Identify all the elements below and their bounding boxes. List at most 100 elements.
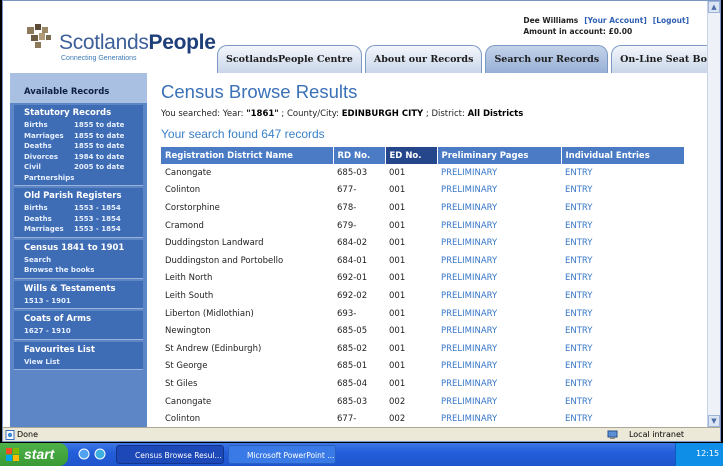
column-rd-no[interactable]: RD No. bbox=[333, 147, 386, 164]
entry-link[interactable]: ENTRY bbox=[561, 375, 685, 393]
preliminary-link[interactable]: PRELIMINARY bbox=[437, 270, 561, 288]
table-row: Leith North 692-01 001 PRELIMINARY ENTRY bbox=[161, 270, 685, 288]
preliminary-link[interactable]: PRELIMINARY bbox=[437, 234, 561, 252]
quick-launch-media-icon[interactable] bbox=[94, 448, 106, 460]
main-content: Census Browse Results You searched: Year… bbox=[161, 81, 701, 428]
start-button[interactable]: start bbox=[0, 443, 68, 466]
main-nav-tabs: ScotlandsPeople Centre About our Records… bbox=[217, 45, 720, 73]
preliminary-link[interactable]: PRELIMINARY bbox=[437, 287, 561, 305]
column-district-name[interactable]: Registration District Name bbox=[161, 147, 334, 164]
clock[interactable]: 12:15 bbox=[696, 449, 719, 458]
account-box: Dee Williams [Your Account] [Logout] Amoun… bbox=[523, 15, 689, 37]
nav-link-partnerships-label[interactable]: Partnerships bbox=[24, 173, 143, 184]
table-row: Duddingston Landward 684-02 001 PRELIMINARY… bbox=[161, 234, 685, 252]
tab-about-records[interactable]: About our Records bbox=[364, 45, 483, 73]
ed-no-cell: 001 bbox=[389, 220, 406, 231]
census-heading[interactable]: Census 1841 to 1901 bbox=[24, 243, 143, 253]
site-logo[interactable]: ScotlandsPeople Connecting Generations bbox=[25, 21, 216, 65]
entry-link[interactable]: ENTRY bbox=[561, 199, 685, 217]
nav-link-census-browse[interactable]: Browse the books bbox=[24, 265, 143, 276]
ed-no-cell: 001 bbox=[389, 308, 406, 319]
preliminary-link[interactable]: PRELIMINARY bbox=[437, 322, 561, 340]
preliminary-link[interactable]: PRELIMINARY bbox=[437, 393, 561, 411]
rd-no-cell: 685-04 bbox=[337, 378, 368, 389]
table-header-row: Registration District Name RD No. ED No.… bbox=[161, 147, 685, 164]
preliminary-link[interactable]: PRELIMINARY bbox=[437, 164, 561, 182]
ed-no-cell: 001 bbox=[389, 361, 406, 372]
entry-link[interactable]: ENTRY bbox=[561, 217, 685, 235]
entry-link[interactable]: ENTRY bbox=[561, 340, 685, 358]
nav-link-view-list[interactable]: View List bbox=[24, 357, 143, 368]
scroll-down-arrow-icon[interactable]: ▼ bbox=[708, 415, 720, 427]
taskbar-item-powerpoint[interactable]: Microsoft PowerPoint ... bbox=[228, 445, 336, 464]
coats-of-arms-heading[interactable]: Coats of Arms bbox=[24, 314, 143, 324]
wills-years: 1513 - 1901 bbox=[24, 296, 71, 305]
entry-link[interactable]: ENTRY bbox=[561, 305, 685, 323]
entry-link[interactable]: ENTRY bbox=[561, 270, 685, 288]
nav-link-statutory-deaths[interactable]: Deaths 1855 to date bbox=[24, 141, 143, 152]
entry-link[interactable]: ENTRY bbox=[561, 393, 685, 411]
preliminary-link[interactable]: PRELIMINARY bbox=[437, 305, 561, 323]
entry-link[interactable]: ENTRY bbox=[561, 287, 685, 305]
ed-no-cell: 001 bbox=[389, 202, 406, 213]
rd-no-cell: 684-01 bbox=[337, 255, 368, 266]
table-row: Colinton 677- 002 PRELIMINARY ENTRY bbox=[161, 410, 685, 428]
district-name-cell: Duddingston and Portobello bbox=[165, 255, 284, 266]
your-account-link[interactable]: [Your Account] bbox=[584, 16, 647, 25]
entry-link[interactable]: ENTRY bbox=[561, 322, 685, 340]
coats-of-arms-years: 1627 - 1910 bbox=[24, 327, 71, 335]
nav-link-opr-marriages[interactable]: Marriages 1553 - 1854 bbox=[24, 224, 143, 235]
nav-link-statutory-births[interactable]: Births 1855 to date bbox=[24, 120, 143, 131]
district-name-cell: St Giles bbox=[165, 378, 198, 389]
favourites-heading[interactable]: Favourites List bbox=[24, 345, 143, 355]
nav-link-statutory-marriages[interactable]: Marriages 1855 to date bbox=[24, 131, 143, 142]
preliminary-link[interactable]: PRELIMINARY bbox=[437, 375, 561, 393]
preliminary-link[interactable]: PRELIMINARY bbox=[437, 199, 561, 217]
table-row: St Giles 685-04 001 PRELIMINARY ENTRY bbox=[161, 375, 685, 393]
district-name-cell: Canongate bbox=[165, 167, 212, 178]
ed-no-cell: 002 bbox=[389, 414, 406, 425]
page-title: Census Browse Results bbox=[161, 81, 358, 102]
thistle-logo-icon bbox=[27, 24, 51, 48]
column-ed-no[interactable]: ED No. bbox=[385, 147, 438, 164]
preliminary-link[interactable]: PRELIMINARY bbox=[437, 358, 561, 376]
opr-heading[interactable]: Old Parish Registers bbox=[24, 191, 143, 201]
preliminary-link[interactable]: PRELIMINARY bbox=[437, 217, 561, 235]
entry-link[interactable]: ENTRY bbox=[561, 410, 685, 428]
nav-link-civil-partnerships[interactable]: Civil 2005 to date bbox=[24, 162, 143, 173]
nav-link-statutory-divorces[interactable]: Divorces 1984 to date bbox=[24, 152, 143, 163]
rd-no-cell: 678- bbox=[337, 202, 357, 213]
tab-scotlandspeople-centre[interactable]: ScotlandsPeople Centre bbox=[217, 45, 362, 73]
preliminary-link[interactable]: PRELIMINARY bbox=[437, 252, 561, 270]
preliminary-link[interactable]: PRELIMINARY bbox=[437, 182, 561, 200]
wills-heading[interactable]: Wills & Testaments bbox=[24, 284, 143, 294]
old-parish-registers-section: Old Parish Registers Births 1553 - 1854 D… bbox=[14, 188, 143, 238]
district-name-cell: Canongate bbox=[165, 396, 212, 407]
entry-link[interactable]: ENTRY bbox=[561, 182, 685, 200]
scroll-up-arrow-icon[interactable]: ▲ bbox=[708, 1, 720, 13]
taskbar-item-census-browse[interactable]: Census Browse Resul... bbox=[116, 445, 224, 464]
entry-link[interactable]: ENTRY bbox=[561, 252, 685, 270]
nav-link-census-search[interactable]: Search bbox=[24, 255, 143, 266]
results-count: Your search found 647 records bbox=[161, 127, 325, 141]
statutory-records-heading[interactable]: Statutory Records bbox=[24, 108, 143, 118]
rd-no-cell: 685-05 bbox=[337, 326, 368, 337]
logo-tagline: Connecting Generations bbox=[61, 55, 137, 62]
nav-link-opr-deaths[interactable]: Deaths 1553 - 1854 bbox=[24, 214, 143, 225]
district-name-cell: St Andrew (Edinburgh) bbox=[165, 343, 262, 354]
table-row: St George 685-01 001 PRELIMINARY ENTRY bbox=[161, 358, 685, 376]
tab-search-records[interactable]: Search our Records bbox=[485, 45, 609, 73]
entry-link[interactable]: ENTRY bbox=[561, 234, 685, 252]
preliminary-link[interactable]: PRELIMINARY bbox=[437, 340, 561, 358]
preliminary-link[interactable]: PRELIMINARY bbox=[437, 410, 561, 428]
quick-launch-ie-icon[interactable] bbox=[78, 448, 90, 460]
nav-link-opr-births[interactable]: Births 1553 - 1854 bbox=[24, 203, 143, 214]
entry-link[interactable]: ENTRY bbox=[561, 164, 685, 182]
tab-seat-booking[interactable]: On-Line Seat Booking bbox=[611, 45, 720, 73]
ed-no-cell: 001 bbox=[389, 167, 406, 178]
table-row: Canongate 685-03 001 PRELIMINARY ENTRY bbox=[161, 164, 685, 182]
vertical-scrollbar[interactable]: ▲ ▼ bbox=[707, 1, 720, 427]
logout-link[interactable]: [Logout] bbox=[653, 16, 689, 25]
column-individual-entries: Individual Entries bbox=[561, 147, 685, 164]
entry-link[interactable]: ENTRY bbox=[561, 358, 685, 376]
